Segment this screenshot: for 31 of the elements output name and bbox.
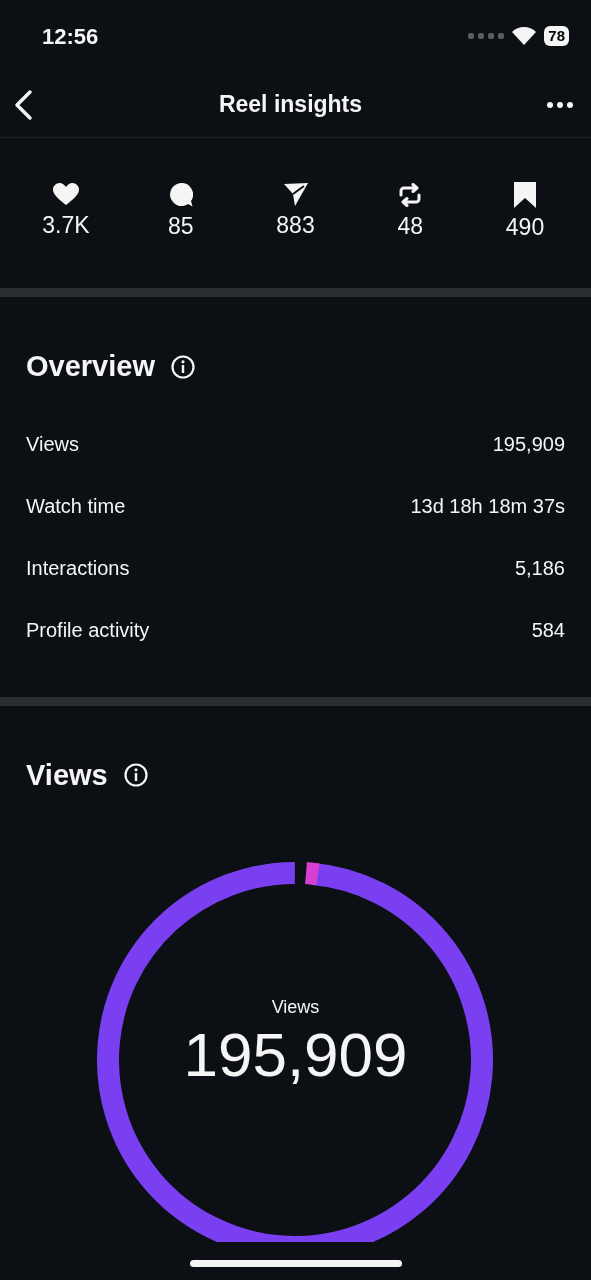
more-icon[interactable] [547,102,573,109]
metric-value: 195,909 [492,431,565,457]
metric-value: 5,186 [514,555,565,581]
stat-count: 85 [167,211,194,241]
metric-label: Profile activity [26,617,150,643]
stat-count: 3.7K [42,211,90,241]
signal-icon [468,33,505,39]
wifi-icon [512,27,537,45]
chart-center-value: 195,909 [183,1021,408,1090]
status-time: 12:56 [42,22,99,51]
metric-label: Watch time [26,493,126,519]
info-icon[interactable] [123,763,148,788]
repost-icon [399,182,422,207]
metric-label: Views [26,431,79,457]
page-title: Reel insights [218,90,363,120]
paper-plane-icon [283,183,308,207]
heart-icon [53,183,79,207]
battery-level: 78 [544,26,569,46]
metric-value: 584 [531,617,565,643]
info-icon[interactable] [171,354,195,379]
metric-label: Interactions [26,555,130,581]
stat-count: 490 [505,212,545,242]
stat-count: 48 [397,211,424,241]
comment-icon [168,182,193,207]
bookmark-icon [514,181,536,208]
section-title: Views [26,757,108,793]
section-title: Overview [26,349,155,384]
metric-value: 13d 18h 18m 37s [410,493,565,519]
chart-center-label: Views [271,996,320,1019]
stat-count: 883 [276,211,315,241]
back-button[interactable] [12,88,34,121]
